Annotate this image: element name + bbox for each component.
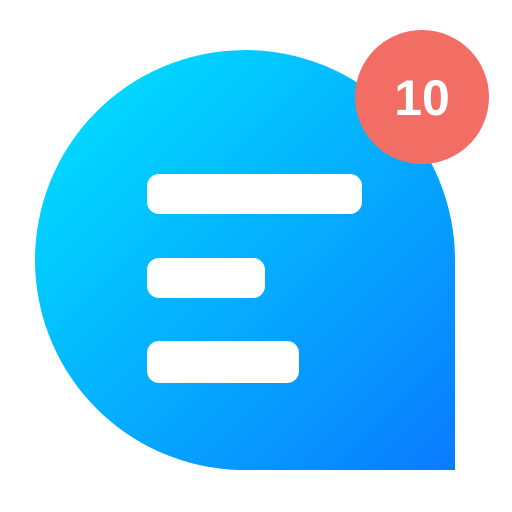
message-line-3 (147, 341, 299, 383)
message-line-1 (147, 174, 362, 214)
message-line-2 (147, 258, 265, 298)
app-icon[interactable]: 10 (0, 0, 512, 512)
badge-count: 10 (394, 70, 450, 126)
notification-badge: 10 (355, 30, 489, 164)
app-icon-canvas: 10 (0, 0, 512, 512)
